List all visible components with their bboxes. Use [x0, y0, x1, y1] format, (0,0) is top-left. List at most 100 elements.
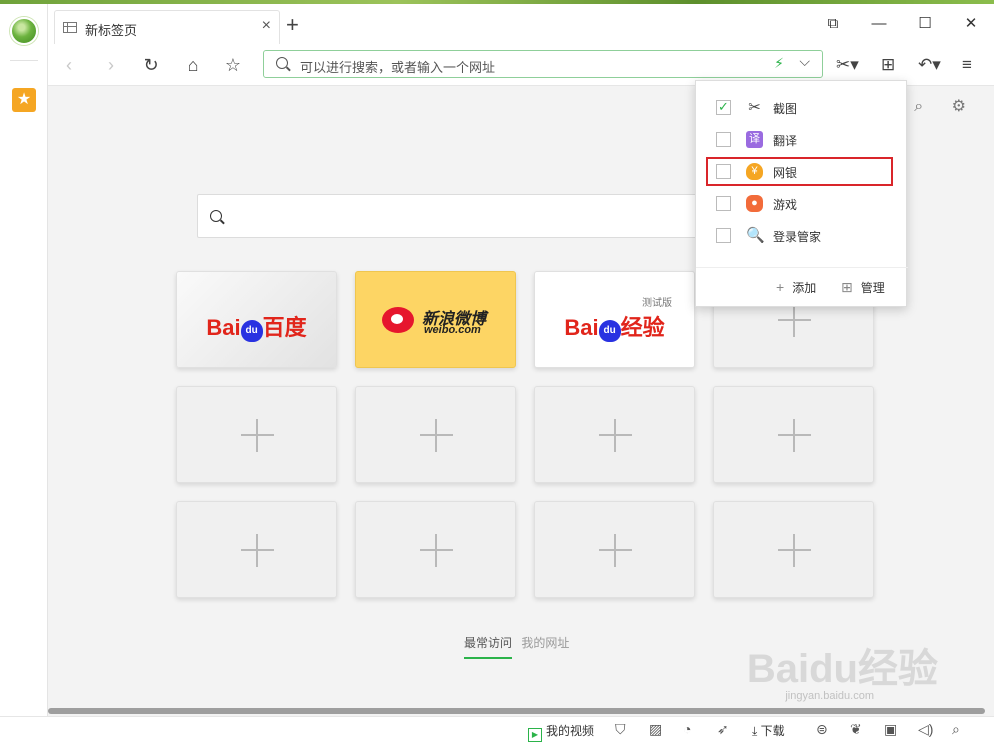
tile-add[interactable] [176, 386, 337, 483]
volume-icon[interactable]: ◁) [918, 721, 933, 738]
maximize-button[interactable]: ☐ [902, 4, 948, 44]
image-icon[interactable]: ▨ [649, 721, 662, 738]
baidu-logo: Bai du 百度 [206, 315, 307, 342]
menu-item-label: 游戏 [773, 198, 798, 212]
tab-close-icon[interactable]: × [262, 17, 271, 35]
scissors-icon: ✂ [748, 99, 761, 116]
plus-icon [241, 534, 274, 567]
menu-item-label: 截图 [773, 102, 798, 116]
favorites-star-icon[interactable]: ★ [12, 88, 36, 112]
translate-status-icon[interactable]: ⊜ [816, 721, 828, 738]
manage-button[interactable]: ⊞ 管理 [841, 279, 885, 296]
search-icon [276, 57, 288, 69]
menu-item-label: 翻译 [773, 134, 798, 148]
home-button[interactable]: ⌂ [180, 52, 206, 78]
checkbox[interactable] [716, 228, 731, 243]
red-highlight-annotation [706, 157, 893, 186]
settings-gear-icon[interactable]: ⚙ [952, 98, 966, 115]
tile-weibo[interactable]: 新浪微博 weibo.com [355, 271, 516, 368]
menu-divider [696, 267, 908, 268]
horizontal-scrollbar[interactable] [48, 706, 994, 716]
download-button[interactable]: ⤓ 下载 [752, 722, 785, 739]
checkbox[interactable] [716, 99, 731, 115]
download-icon: ⤓ [752, 724, 758, 738]
reload-button[interactable]: ↻ [138, 52, 164, 78]
baidu-jingyan-logo: Bai du 经验 [564, 315, 665, 342]
window-controls: ⧉ — ☐ ✕ [810, 4, 994, 44]
browser-logo-icon[interactable] [10, 17, 38, 45]
menu-item-screenshot[interactable]: ✂ 截图 [696, 91, 908, 123]
weibo-eye-icon [382, 307, 414, 333]
checkbox[interactable] [716, 196, 731, 211]
rocket-icon[interactable]: ➶ [717, 721, 729, 738]
speed-icon[interactable]: ◔ [683, 721, 691, 737]
skin-button[interactable]: ⧉ [810, 4, 856, 44]
gamepad-icon: ● [746, 195, 763, 212]
favorite-star-button[interactable]: ☆ [220, 52, 246, 78]
login-manager-icon: 🔍 [746, 227, 765, 244]
zoom-search-icon[interactable]: ⌕ [952, 721, 960, 738]
left-sidebar: ★ [0, 4, 48, 716]
toolbar-customize-dropdown: ✂ 截图 译 翻译 ¥ 网银 ● 游戏 🔍 登录管家 +添加 ⊞管理 [695, 80, 908, 307]
plus-icon [599, 534, 632, 567]
screenshot-scissors-button[interactable]: ✂▾ [836, 52, 859, 78]
content-tools: ⌕ ⚙ [914, 96, 966, 116]
checkbox[interactable] [716, 132, 731, 147]
plus-icon [778, 304, 811, 337]
speed-dial-tabs: 最常访问 我的网址 [464, 634, 575, 659]
tab-new-tab-page[interactable]: 新标签页 × [54, 10, 280, 44]
grid-icon: ⊞ [841, 279, 853, 295]
speed-mode-bolt-icon[interactable]: ⚡ [774, 55, 784, 72]
translate-icon: 译 [746, 131, 763, 148]
scrollbar-thumb[interactable] [48, 708, 985, 714]
beta-label: 测试版 [642, 298, 672, 309]
menu-item-login-manager[interactable]: 🔍 登录管家 [696, 219, 908, 251]
main-menu-button[interactable]: ≡ [962, 52, 972, 78]
tile-add[interactable] [176, 501, 337, 598]
weibo-domain: weibo.com [424, 324, 481, 336]
undo-close-button[interactable]: ↶▾ [918, 52, 941, 78]
plus-icon: + [776, 279, 785, 295]
shield-icon[interactable]: ⛉ [615, 721, 626, 738]
tab-title: 新标签页 [85, 23, 138, 38]
back-button[interactable]: ‹ [56, 52, 82, 78]
menu-item-games[interactable]: ● 游戏 [696, 187, 908, 219]
watermark-url: jingyan.baidu.com [785, 690, 874, 702]
tile-add[interactable] [355, 386, 516, 483]
search-icon[interactable]: ⌕ [914, 98, 923, 115]
sidebar-divider [10, 60, 38, 61]
search-icon [210, 210, 222, 222]
plus-icon [420, 534, 453, 567]
forward-button[interactable]: › [98, 52, 124, 78]
apps-grid-button[interactable]: ⊞ [881, 52, 895, 78]
close-window-button[interactable]: ✕ [948, 4, 994, 44]
tile-add[interactable] [713, 386, 874, 483]
chevron-down-icon[interactable]: ⌵ [799, 53, 810, 70]
tile-add[interactable] [534, 386, 695, 483]
plus-icon [778, 419, 811, 452]
tile-baidu[interactable]: Bai du 百度 [176, 271, 337, 368]
new-tab-button[interactable]: + [286, 14, 299, 36]
leaf-icon[interactable]: ❦ [850, 721, 862, 738]
address-bar[interactable]: 可以进行搜索，或者输入一个网址 ⚡ ⌵ [263, 50, 823, 78]
tab-bar: 新标签页 × + ⧉ — ☐ ✕ [48, 4, 994, 44]
plus-icon [599, 419, 632, 452]
baidu-jingyan-watermark: Baidu经验 [746, 647, 938, 691]
play-icon: ▶ [528, 728, 542, 742]
tile-add[interactable] [534, 501, 695, 598]
tile-add[interactable] [355, 501, 516, 598]
add-button[interactable]: + 添加 [776, 279, 816, 296]
menu-item-translate[interactable]: 译 翻译 [696, 123, 908, 155]
my-videos-button[interactable]: ▶ 我的视频 [528, 722, 594, 742]
plus-icon [420, 419, 453, 452]
tile-baidu-jingyan[interactable]: 测试版 Bai du 经验 [534, 271, 695, 368]
minimize-button[interactable]: — [856, 4, 902, 44]
tab-page-icon [63, 22, 77, 33]
tile-add[interactable] [713, 501, 874, 598]
tab-my-sites[interactable]: 我的网址 [521, 634, 569, 657]
plus-icon [778, 534, 811, 567]
tab-most-visited[interactable]: 最常访问 [464, 634, 513, 659]
window-icon[interactable]: ▣ [884, 721, 897, 738]
plus-icon [241, 419, 274, 452]
menu-item-label: 登录管家 [773, 230, 822, 244]
